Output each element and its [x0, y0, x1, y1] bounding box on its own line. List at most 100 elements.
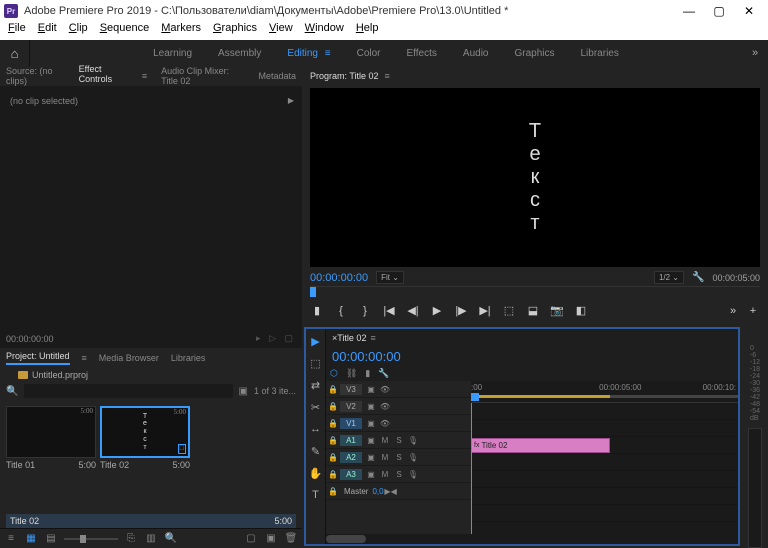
- workspace-effects[interactable]: Effects: [403, 46, 441, 61]
- menu-sequence[interactable]: Sequence: [94, 22, 156, 40]
- lock-icon[interactable]: 🔒: [326, 453, 340, 462]
- track-header-A3[interactable]: 🔒A3▣MS🎙: [326, 466, 471, 483]
- tool-2[interactable]: ⇄: [308, 377, 324, 393]
- go-in-icon[interactable]: |◀: [382, 304, 396, 317]
- project-tab-0[interactable]: Project: Untitled: [6, 351, 70, 365]
- add-button-icon[interactable]: +: [746, 305, 760, 317]
- track-btn[interactable]: 🎙: [406, 453, 420, 462]
- track-target[interactable]: V3: [340, 384, 362, 395]
- track-btn[interactable]: M: [378, 436, 392, 445]
- track-header-A2[interactable]: 🔒A2▣MS🎙: [326, 449, 471, 466]
- bin-thumbnail[interactable]: 5:00: [6, 406, 96, 458]
- more-transport-icon[interactable]: »: [726, 305, 740, 317]
- sort-icon[interactable]: ⎘: [124, 533, 138, 544]
- track-btn[interactable]: ▣: [364, 470, 378, 479]
- track-btn[interactable]: M: [378, 470, 392, 479]
- tool-5[interactable]: ✎: [308, 443, 324, 459]
- zoom-dropdown[interactable]: 1/2 ⌄: [654, 271, 684, 284]
- track-lane[interactable]: [471, 420, 738, 437]
- track-btn[interactable]: S: [392, 470, 406, 479]
- track-target[interactable]: V1: [340, 418, 362, 429]
- workspace-graphics[interactable]: Graphics: [510, 46, 558, 61]
- go-out-icon[interactable]: ▶|: [478, 304, 492, 317]
- project-search-input[interactable]: [24, 384, 232, 398]
- master-track-header[interactable]: 🔒Master0,0▶◀: [326, 483, 471, 500]
- close-button[interactable]: ✕: [734, 0, 764, 22]
- track-lane[interactable]: fx Title 02: [471, 437, 738, 454]
- track-btn[interactable]: ▣: [364, 453, 378, 462]
- minimize-button[interactable]: —: [674, 0, 704, 22]
- workspace-libraries[interactable]: Libraries: [577, 46, 623, 61]
- track-lane[interactable]: [471, 454, 738, 471]
- tool-4[interactable]: ↔: [308, 421, 324, 437]
- track-lane[interactable]: [471, 488, 738, 505]
- lock-icon[interactable]: 🔒: [326, 436, 340, 445]
- track-btn[interactable]: M: [378, 453, 392, 462]
- playhead-line[interactable]: [471, 403, 472, 534]
- track-btn[interactable]: ▣: [364, 419, 378, 428]
- track-lane[interactable]: [471, 505, 738, 522]
- bin-item[interactable]: Текст5:00□Title 025:00: [100, 406, 190, 508]
- settings-icon[interactable]: 🔧: [692, 272, 704, 283]
- track-btn[interactable]: 👁: [378, 419, 392, 428]
- mark-in-icon[interactable]: {: [334, 305, 348, 317]
- list-view-icon[interactable]: ≡: [4, 533, 18, 544]
- menu-view[interactable]: View: [263, 22, 299, 40]
- tool-3[interactable]: ✂: [308, 399, 324, 415]
- bin-thumbnail[interactable]: Текст5:00□: [100, 406, 190, 458]
- timeline-zoom-scroll[interactable]: [326, 534, 738, 544]
- menu-file[interactable]: File: [2, 22, 32, 40]
- track-target[interactable]: A3: [340, 469, 362, 480]
- track-header-V2[interactable]: 🔒V2▣👁: [326, 398, 471, 415]
- track-btn[interactable]: S: [392, 453, 406, 462]
- timeline-playhead[interactable]: [471, 393, 479, 401]
- track-lane[interactable]: [471, 403, 738, 420]
- source-tab-0[interactable]: Source: (no clips): [6, 66, 65, 86]
- tool-7[interactable]: T: [308, 487, 324, 503]
- menu-clip[interactable]: Clip: [63, 22, 94, 40]
- project-tab-2[interactable]: Libraries: [171, 353, 206, 363]
- mark-out-icon[interactable]: }: [358, 305, 372, 317]
- bin-item[interactable]: 5:00Title 015:00: [6, 406, 96, 508]
- track-area[interactable]: :00 00:00:05:00 00:00:10: fx Title 02: [471, 381, 738, 534]
- project-tab-1[interactable]: Media Browser: [99, 353, 159, 363]
- icon-view-icon[interactable]: ▦: [24, 533, 38, 544]
- compare-icon[interactable]: ◧: [574, 304, 588, 317]
- timeline-timecode[interactable]: 00:00:00:00: [332, 349, 401, 364]
- search-icon[interactable]: 🔍: [6, 386, 18, 397]
- lock-icon[interactable]: 🔒: [326, 402, 340, 411]
- lift-icon[interactable]: ⬚: [502, 304, 516, 317]
- workspace-assembly[interactable]: Assembly: [214, 46, 265, 61]
- workspace-editing[interactable]: Editing ≡: [283, 46, 334, 61]
- play-icon[interactable]: ▶: [430, 304, 444, 317]
- tool-0[interactable]: ▶: [308, 333, 324, 349]
- sequence-tab[interactable]: × Title 02 ≡: [326, 329, 738, 347]
- tool-6[interactable]: ✋: [308, 465, 324, 481]
- auto-sequence-icon[interactable]: ▥: [144, 533, 158, 544]
- menu-window[interactable]: Window: [299, 22, 350, 40]
- new-bin-icon[interactable]: ▣: [239, 386, 248, 397]
- lock-icon[interactable]: 🔒: [326, 470, 340, 479]
- program-viewport[interactable]: Текст: [310, 88, 760, 267]
- track-btn[interactable]: ▣: [364, 436, 378, 445]
- menu-markers[interactable]: Markers: [155, 22, 207, 40]
- track-target[interactable]: V2: [340, 401, 362, 412]
- track-target[interactable]: A2: [340, 452, 362, 463]
- program-tc-left[interactable]: 00:00:00:00: [310, 272, 368, 284]
- find-icon[interactable]: 🔍: [164, 533, 178, 544]
- disclosure-icon[interactable]: ▶: [288, 96, 294, 105]
- tool-1[interactable]: ⬚: [308, 355, 324, 371]
- source-tab-1[interactable]: Effect Controls: [79, 64, 128, 88]
- new-bin-button[interactable]: ▢: [244, 533, 258, 544]
- lock-icon[interactable]: 🔒: [326, 385, 340, 394]
- menu-edit[interactable]: Edit: [32, 22, 63, 40]
- track-header-A1[interactable]: 🔒A1▣MS🎙: [326, 432, 471, 449]
- lock-icon[interactable]: 🔒: [326, 419, 340, 428]
- export-frame-icon[interactable]: 📷: [550, 304, 564, 317]
- workspace-learning[interactable]: Learning: [149, 46, 196, 61]
- selected-item-row[interactable]: Title 02 5:00: [6, 514, 296, 528]
- step-fwd-icon[interactable]: |▶: [454, 304, 468, 317]
- track-lane[interactable]: [471, 471, 738, 488]
- new-item-button[interactable]: ▣: [264, 533, 278, 544]
- freeform-view-icon[interactable]: ▤: [44, 533, 58, 544]
